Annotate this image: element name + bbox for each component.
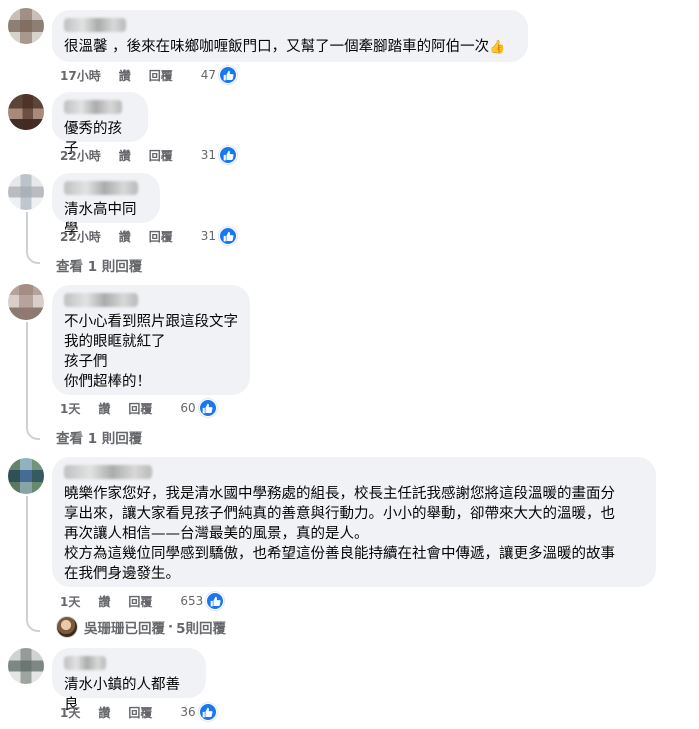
comment-time[interactable]: 22小時	[60, 147, 101, 164]
comment-actions: 22小時 讚 回覆 31	[60, 227, 238, 245]
reply-action[interactable]: 回覆	[128, 704, 152, 721]
thumbs-up-icon[interactable]	[198, 399, 217, 417]
commenter-avatar[interactable]	[8, 458, 44, 494]
commenter-name-blurred[interactable]	[64, 18, 126, 32]
comment-bubble: 優秀的孩子	[52, 92, 148, 157]
reply-action[interactable]: 回覆	[149, 228, 173, 245]
reply-action[interactable]: 回覆	[128, 400, 152, 417]
thumbs-up-icon[interactable]	[198, 703, 217, 721]
comment-bubble: 清水小鎮的人都善良	[52, 648, 206, 713]
reply-count: 5則回覆	[176, 621, 227, 637]
comment-text: 曉樂作家您好，我是清水國中學務處的組長，校長主任託我感謝您將這段溫暖的畫面分 享…	[64, 486, 615, 582]
comment-time[interactable]: 22小時	[60, 228, 101, 245]
reaction-count[interactable]: 31	[201, 148, 216, 162]
reaction-count[interactable]: 47	[201, 68, 216, 82]
replier-avatar	[56, 616, 78, 638]
comment-bubble: 清水高中同學	[52, 173, 160, 238]
commenter-name-blurred[interactable]	[64, 100, 122, 114]
separator-dot: ·	[168, 619, 174, 635]
thumbs-up-icon[interactable]	[219, 146, 238, 164]
commenter-avatar[interactable]	[8, 648, 44, 684]
commenter-name-blurred[interactable]	[64, 656, 106, 670]
reply-thread-curve	[26, 250, 40, 264]
reply-action[interactable]: 回覆	[149, 147, 173, 164]
view-replies-link[interactable]: 查看 1 則回覆	[56, 255, 142, 275]
commenter-name-blurred[interactable]	[64, 465, 152, 479]
reply-action[interactable]: 回覆	[149, 67, 173, 84]
reaction-count[interactable]: 36	[180, 705, 195, 719]
commenter-name-blurred[interactable]	[64, 293, 138, 307]
reaction-count[interactable]: 653	[180, 594, 203, 608]
comment-text: 不小心看到照片跟這段文字 我的眼眶就紅了 孩子們 你們超棒的！	[64, 314, 238, 390]
commenter-avatar[interactable]	[8, 174, 44, 210]
like-action[interactable]: 讚	[98, 704, 110, 721]
commenter-avatar[interactable]	[8, 284, 44, 320]
comment-time[interactable]: 17小時	[60, 67, 101, 84]
like-action[interactable]: 讚	[119, 228, 131, 245]
comment-actions: 1天 讚 回覆 36	[60, 703, 217, 721]
commenter-avatar[interactable]	[8, 94, 44, 130]
thumbs-up-icon[interactable]	[219, 66, 238, 84]
comment-time[interactable]: 1天	[60, 593, 80, 610]
reply-thread-line	[26, 212, 28, 250]
comment-bubble: 不小心看到照片跟這段文字 我的眼眶就紅了 孩子們 你們超棒的！	[52, 285, 250, 395]
view-replies-link[interactable]: 查看 1 則回覆	[56, 427, 142, 447]
like-action[interactable]: 讚	[119, 67, 131, 84]
comment-actions: 17小時 讚 回覆 47	[60, 66, 238, 84]
comment-time[interactable]: 1天	[60, 400, 80, 417]
replied-summary-link[interactable]: 吳珊珊已回覆 · 5則回覆	[56, 616, 226, 638]
commenter-avatar[interactable]	[8, 8, 44, 44]
thumbs-up-icon[interactable]	[219, 227, 238, 245]
like-action[interactable]: 讚	[119, 147, 131, 164]
reply-thread-line	[26, 496, 28, 618]
reply-thread-line	[26, 322, 28, 426]
comment-bubble: 曉樂作家您好，我是清水國中學務處的組長，校長主任託我感謝您將這段溫暖的畫面分 享…	[52, 457, 656, 587]
like-action[interactable]: 讚	[98, 400, 110, 417]
commenter-name-blurred[interactable]	[64, 181, 138, 195]
replied-by: 吳珊珊已回覆	[84, 621, 165, 637]
reaction-count[interactable]: 60	[180, 401, 195, 415]
comment-time[interactable]: 1天	[60, 704, 80, 721]
reply-thread-curve	[26, 618, 40, 632]
like-action[interactable]: 讚	[98, 593, 110, 610]
comment-actions: 1天 讚 回覆 60	[60, 399, 217, 417]
reaction-count[interactable]: 31	[201, 229, 216, 243]
thumbs-up-emoji: 👍	[489, 40, 506, 55]
comment-bubble: 很溫馨 ，後來在味鄉咖喱飯門口，又幫了一個牽腳踏車的阿伯一次👍	[52, 10, 528, 62]
reply-action[interactable]: 回覆	[128, 593, 152, 610]
thumbs-up-icon[interactable]	[206, 592, 225, 610]
comment-actions: 22小時 讚 回覆 31	[60, 146, 238, 164]
reply-thread-curve	[26, 426, 40, 440]
comment-text: 很溫馨 ，後來在味鄉咖喱飯門口，又幫了一個牽腳踏車的阿伯一次	[64, 39, 490, 55]
comment-actions: 1天 讚 回覆 653	[60, 592, 225, 610]
